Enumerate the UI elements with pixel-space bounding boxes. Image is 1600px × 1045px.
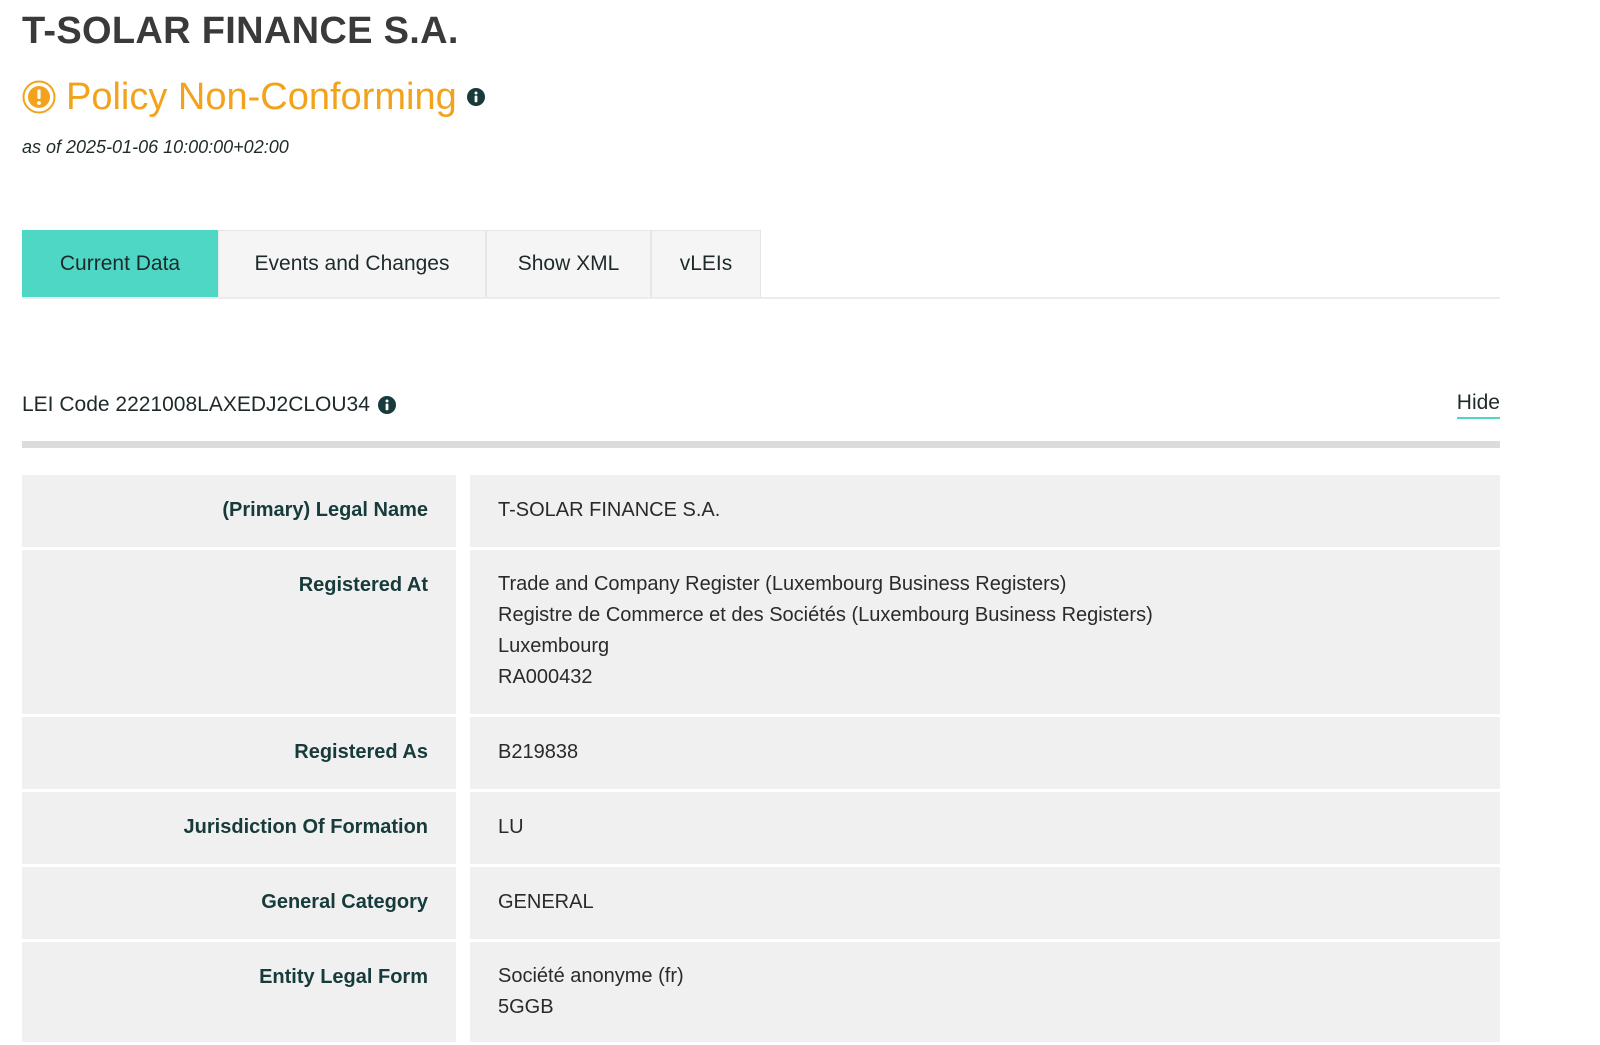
- row-label-legal-name: (Primary) Legal Name: [22, 475, 456, 547]
- row-value-registered-as: B219838: [470, 717, 1500, 789]
- section-divider: [22, 441, 1500, 448]
- entity-title: T-SOLAR FINANCE S.A.: [22, 10, 459, 52]
- table-row: General Category GENERAL: [22, 867, 1500, 939]
- warning-circle-icon: [22, 80, 56, 114]
- info-icon[interactable]: [377, 396, 396, 414]
- table-row: Jurisdiction Of Formation LU: [22, 792, 1500, 864]
- tab-current-data[interactable]: Current Data: [22, 230, 218, 297]
- record-table: (Primary) Legal Name T-SOLAR FINANCE S.A…: [22, 475, 1500, 1045]
- table-row: Registered As B219838: [22, 717, 1500, 789]
- row-value-registered-at: Trade and Company Register (Luxembourg B…: [470, 550, 1500, 714]
- hide-link[interactable]: Hide: [1456, 391, 1500, 419]
- lei-header: LEI Code 2221008LAXEDJ2CLOU34 Hide: [22, 386, 1500, 424]
- tab-vleis[interactable]: vLEIs: [651, 230, 761, 297]
- row-value-legal-name: T-SOLAR FINANCE S.A.: [470, 475, 1500, 547]
- tab-bar: Current Data Events and Changes Show XML…: [22, 230, 1500, 299]
- row-label-registered-at: Registered At: [22, 550, 456, 714]
- value-line: LU: [498, 816, 524, 838]
- lei-record-page: T-SOLAR FINANCE S.A. Policy Non-Conformi…: [0, 0, 1600, 1042]
- row-value-general-category: GENERAL: [470, 867, 1500, 939]
- value-line: Registre de Commerce et des Sociétés (Lu…: [498, 604, 1153, 626]
- row-value-entity-legal-form: Société anonyme (fr) 5GGB: [470, 942, 1500, 1042]
- status-label: Policy Non-Conforming: [66, 75, 457, 118]
- value-line: T-SOLAR FINANCE S.A.: [498, 499, 721, 521]
- row-label-general-category: General Category: [22, 867, 456, 939]
- lei-code-label: LEI Code 2221008LAXEDJ2CLOU34: [22, 393, 370, 416]
- value-line: Luxembourg: [498, 635, 610, 657]
- table-row: Registered At Trade and Company Register…: [22, 550, 1500, 714]
- status-row: Policy Non-Conforming: [22, 72, 485, 122]
- value-line: GENERAL: [498, 891, 594, 913]
- row-label-entity-legal-form: Entity Legal Form: [22, 942, 456, 1042]
- tab-events-and-changes[interactable]: Events and Changes: [218, 230, 486, 297]
- tab-show-xml[interactable]: Show XML: [486, 230, 651, 297]
- value-line: 5GGB: [498, 996, 554, 1018]
- as-of-timestamp: as of 2025-01-06 10:00:00+02:00: [22, 137, 289, 157]
- table-row: (Primary) Legal Name T-SOLAR FINANCE S.A…: [22, 475, 1500, 547]
- value-line: Trade and Company Register (Luxembourg B…: [498, 573, 1067, 595]
- value-line: Société anonyme (fr): [498, 965, 684, 987]
- row-label-jurisdiction: Jurisdiction Of Formation: [22, 792, 456, 864]
- value-line: B219838: [498, 741, 579, 763]
- table-row: Entity Legal Form Société anonyme (fr) 5…: [22, 942, 1500, 1042]
- info-icon[interactable]: [466, 88, 485, 106]
- value-line: RA000432: [498, 666, 593, 688]
- row-label-registered-as: Registered As: [22, 717, 456, 789]
- row-value-jurisdiction: LU: [470, 792, 1500, 864]
- lei-code-group: LEI Code 2221008LAXEDJ2CLOU34: [22, 393, 396, 417]
